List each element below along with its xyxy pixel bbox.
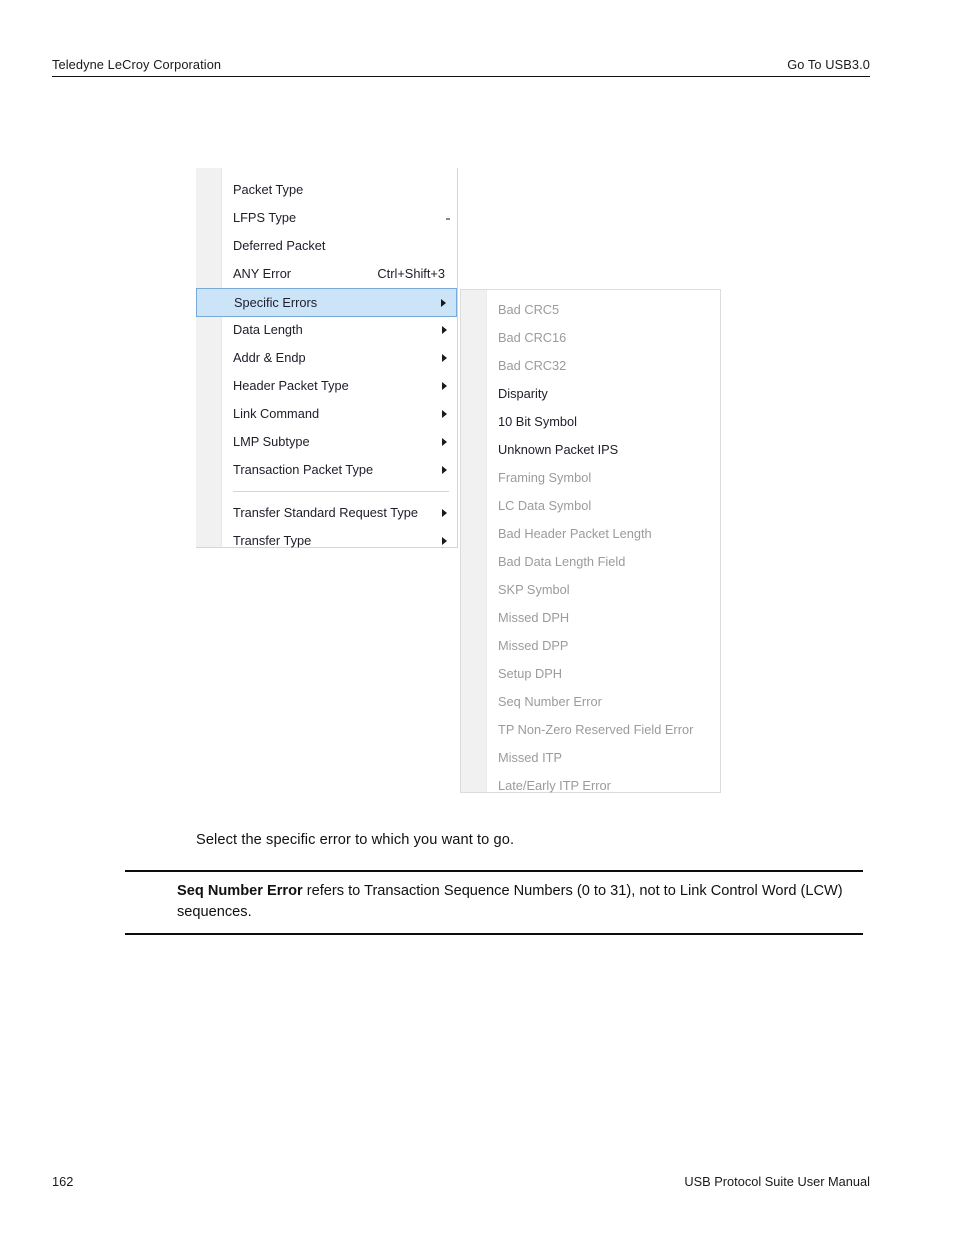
submenu-item-setup-dph: Setup DPH	[487, 660, 720, 688]
primary-menu-item-data-length[interactable]: Data Length	[222, 316, 457, 344]
submenu-item-bad-crc32: Bad CRC32	[487, 352, 720, 380]
primary-menu-item-label: Specific Errors	[234, 295, 318, 310]
submenu-item-label: 10 Bit Symbol	[498, 414, 577, 429]
submenu-item-label: LC Data Symbol	[498, 498, 592, 513]
submenu-icon-gutter	[461, 290, 487, 792]
primary-menu-item-label: Transfer Type	[233, 533, 312, 548]
primary-context-menu: Packet Type LFPS Type Deferred Packet ANY E…	[196, 168, 458, 548]
submenu-item-label: Bad Header Packet Length	[498, 526, 652, 541]
submenu-item-skp-symbol: SKP Symbol	[487, 576, 720, 604]
submenu-item-bad-data-length-field: Bad Data Length Field	[487, 548, 720, 576]
primary-menu-item-label: LMP Subtype	[233, 434, 310, 449]
submenu-item-label: TP Non-Zero Reserved Field Error	[498, 722, 694, 737]
document-page: Teledyne LeCroy Corporation Go To USB3.0…	[0, 0, 954, 1235]
primary-menu-item-link-command[interactable]: Link Command	[222, 400, 457, 428]
primary-menu-item-transfer-standard-request-type[interactable]: Transfer Standard Request Type	[222, 499, 457, 527]
submenu-item-bad-crc16: Bad CRC16	[487, 324, 720, 352]
page-header: Teledyne LeCroy Corporation Go To USB3.0	[52, 50, 870, 77]
note-bold-lead: Seq Number Error	[177, 883, 303, 899]
note-block: Seq Number Error refers to Transaction S…	[125, 870, 863, 935]
submenu-item-bad-header-packet-length: Bad Header Packet Length	[487, 520, 720, 548]
primary-menu-item-deferred-packet[interactable]: Deferred Packet	[222, 232, 457, 260]
submenu-list: Bad CRC5 Bad CRC16 Bad CRC32 Disparity 10 Bi…	[487, 290, 720, 808]
primary-menu-highlight-slot: Specific Errors	[196, 288, 457, 317]
primary-menu-list: Packet Type LFPS Type Deferred Packet ANY E…	[196, 168, 457, 563]
submenu-item-disparity[interactable]: Disparity	[487, 380, 720, 408]
submenu-item-label: Bad CRC5	[498, 302, 560, 317]
primary-menu-item-label: LFPS Type	[233, 210, 297, 225]
submenu-item-label: Unknown Packet IPS	[498, 442, 619, 457]
submenu-item-label: Bad CRC16	[498, 330, 567, 345]
chevron-right-icon	[442, 438, 447, 446]
chevron-right-icon	[442, 354, 447, 362]
primary-menu-item-specific-errors[interactable]: Specific Errors	[196, 288, 457, 317]
submenu-item-label: Missed DPP	[498, 638, 569, 653]
note-text: Seq Number Error refers to Transaction S…	[125, 881, 863, 923]
primary-menu-item-label: Transfer Standard Request Type	[233, 505, 418, 520]
primary-menu-item-lfps-type[interactable]: LFPS Type	[222, 204, 457, 232]
primary-menu-item-packet-type[interactable]: Packet Type	[222, 176, 457, 204]
submenu-item-lc-data-symbol: LC Data Symbol	[487, 492, 720, 520]
submenu-item-seq-number-error: Seq Number Error	[487, 688, 720, 716]
primary-menu-item-label: Link Command	[233, 406, 320, 421]
submenu-item-missed-dph: Missed DPH	[487, 604, 720, 632]
primary-menu-item-shortcut: Ctrl+Shift+3	[377, 266, 445, 281]
submenu-item-missed-dpp: Missed DPP	[487, 632, 720, 660]
submenu-item-label: Missed ITP	[498, 750, 562, 765]
chevron-right-icon	[442, 509, 447, 517]
header-section-title: Go To USB3.0	[787, 57, 870, 72]
chevron-right-icon	[442, 410, 447, 418]
chevron-right-icon	[442, 382, 447, 390]
footer-manual-title: USB Protocol Suite User Manual	[684, 1174, 870, 1189]
submenu-item-label: Bad CRC32	[498, 358, 567, 373]
submenu-item-label: Late/Early ITP Error	[498, 778, 611, 793]
submenu-item-missed-itp: Missed ITP	[487, 744, 720, 772]
primary-menu-item-any-error[interactable]: ANY Error Ctrl+Shift+3	[222, 260, 457, 288]
primary-menu-item-lmp-subtype[interactable]: LMP Subtype	[222, 428, 457, 456]
primary-menu-item-label: Packet Type	[233, 182, 304, 197]
submenu-item-label: Framing Symbol	[498, 470, 592, 485]
page-footer: 162 USB Protocol Suite User Manual	[52, 1174, 870, 1194]
chevron-right-icon	[442, 466, 447, 474]
chevron-right-icon	[442, 537, 447, 545]
instruction-text: Select the specific error to which you w…	[196, 832, 515, 848]
primary-menu-item-header-packet-type[interactable]: Header Packet Type	[222, 372, 457, 400]
primary-menu-item-addr-endp[interactable]: Addr & Endp	[222, 344, 457, 372]
primary-menu-item-label: Data Length	[233, 322, 303, 337]
submenu-item-bad-crc5: Bad CRC5	[487, 296, 720, 324]
primary-menu-item-label: ANY Error	[233, 266, 292, 281]
submenu-item-late-early-itp-error: Late/Early ITP Error	[487, 772, 720, 800]
submenu-item-label: SKP Symbol	[498, 582, 570, 597]
submenu-item-label: Seq Number Error	[498, 694, 602, 709]
submenu-item-framing-symbol: Framing Symbol	[487, 464, 720, 492]
submenu-item-unknown-packet-ips[interactable]: Unknown Packet IPS	[487, 436, 720, 464]
chevron-right-icon	[441, 298, 446, 307]
submenu-item-label: Missed DPH	[498, 610, 570, 625]
submenu-item-label: Bad Data Length Field	[498, 554, 626, 569]
primary-menu-separator	[233, 491, 449, 492]
submenu-item-10-bit-symbol[interactable]: 10 Bit Symbol	[487, 408, 720, 436]
header-company-name: Teledyne LeCroy Corporation	[52, 57, 222, 72]
primary-menu-item-transaction-packet-type[interactable]: Transaction Packet Type	[222, 456, 457, 484]
primary-menu-item-label: Header Packet Type	[233, 378, 349, 393]
primary-menu-item-label: Addr & Endp	[233, 350, 306, 365]
menu-screenshot: Packet Type LFPS Type Deferred Packet ANY E…	[196, 168, 726, 798]
submenu-item-label: Disparity	[498, 386, 548, 401]
primary-menu-item-transfer-type[interactable]: Transfer Type	[222, 527, 457, 555]
chevron-right-icon	[442, 326, 447, 334]
page-number: 162	[52, 1174, 74, 1189]
menu-icon-gutter	[196, 168, 222, 547]
primary-menu-item-label: Deferred Packet	[233, 238, 326, 253]
specific-errors-submenu: Bad CRC5 Bad CRC16 Bad CRC32 Disparity 10 Bi…	[460, 289, 721, 793]
primary-menu-item-label: Transaction Packet Type	[233, 462, 374, 477]
submenu-item-label: Setup DPH	[498, 666, 563, 681]
submenu-item-tp-non-zero-reserved-field-error: TP Non-Zero Reserved Field Error	[487, 716, 720, 744]
